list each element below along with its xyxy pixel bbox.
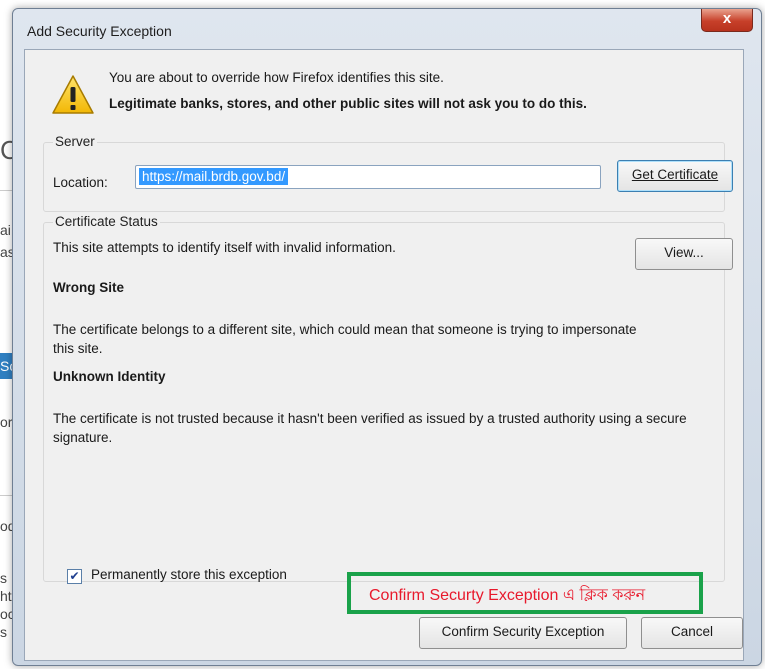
background-page-fragment: s [0,570,7,586]
background-page-fragment: Sc [0,353,16,379]
confirm-button-label: Confirm Security Exception [441,624,605,639]
background-page-fragment: or [0,414,13,430]
background-divider [0,495,12,496]
background-page-fragment: ht [0,588,12,604]
server-group-label: Server [53,134,97,149]
location-label: Location: [53,175,108,190]
get-certificate-button[interactable]: Get Certificate [617,160,733,192]
instruction-annotation-text: Confirm Securty Exception এ ক্লিক করুন [369,587,646,604]
unknown-identity-heading: Unknown Identity [53,369,166,384]
dialog-client-area: You are about to override how Firefox id… [24,49,744,661]
view-button-label: View... [664,245,704,260]
confirm-security-exception-button[interactable]: Confirm Security Exception [419,617,627,649]
checkmark-icon: ✔ [69,569,80,583]
instruction-annotation-box: Confirm Securty Exception এ ক্লিক করুন [347,572,703,614]
wrong-site-heading: Wrong Site [53,280,125,295]
close-button[interactable]: x [701,9,753,32]
cancel-button-label: Cancel [670,624,714,639]
permanent-store-label-text: Permanently store this exception [91,567,287,582]
background-divider [0,190,12,191]
location-input[interactable]: https://mail.brdb.gov.bd/ [135,165,601,189]
warning-triangle-icon [52,75,94,114]
permanent-store-label[interactable]: Permanently store this exception [91,567,287,582]
warning-message: You are about to override how Firefox id… [109,70,444,85]
background-page-fragment: ai [0,222,11,238]
location-value: https://mail.brdb.gov.bd/ [139,168,289,185]
warning-emphasis: Legitimate banks, stores, and other publ… [109,96,587,111]
security-exception-dialog: Add Security Exception x You are about t… [12,8,762,666]
certificate-status-group [43,222,725,582]
dialog-title: Add Security Exception [27,23,172,39]
wrong-site-description: The certificate belongs to a different s… [53,322,637,356]
get-certificate-label: Get Certificate [631,167,719,182]
unknown-identity-description: The certificate is not trusted because i… [53,411,687,445]
certificate-summary: This site attempts to identify itself wi… [53,240,396,255]
view-button[interactable]: View... [635,238,733,270]
certificate-status-label: Certificate Status [53,214,160,229]
permanent-store-checkbox[interactable]: ✔ [67,569,82,584]
background-page-fragment: s [0,624,7,640]
close-icon: x [722,10,732,27]
cancel-button[interactable]: Cancel [641,617,743,649]
